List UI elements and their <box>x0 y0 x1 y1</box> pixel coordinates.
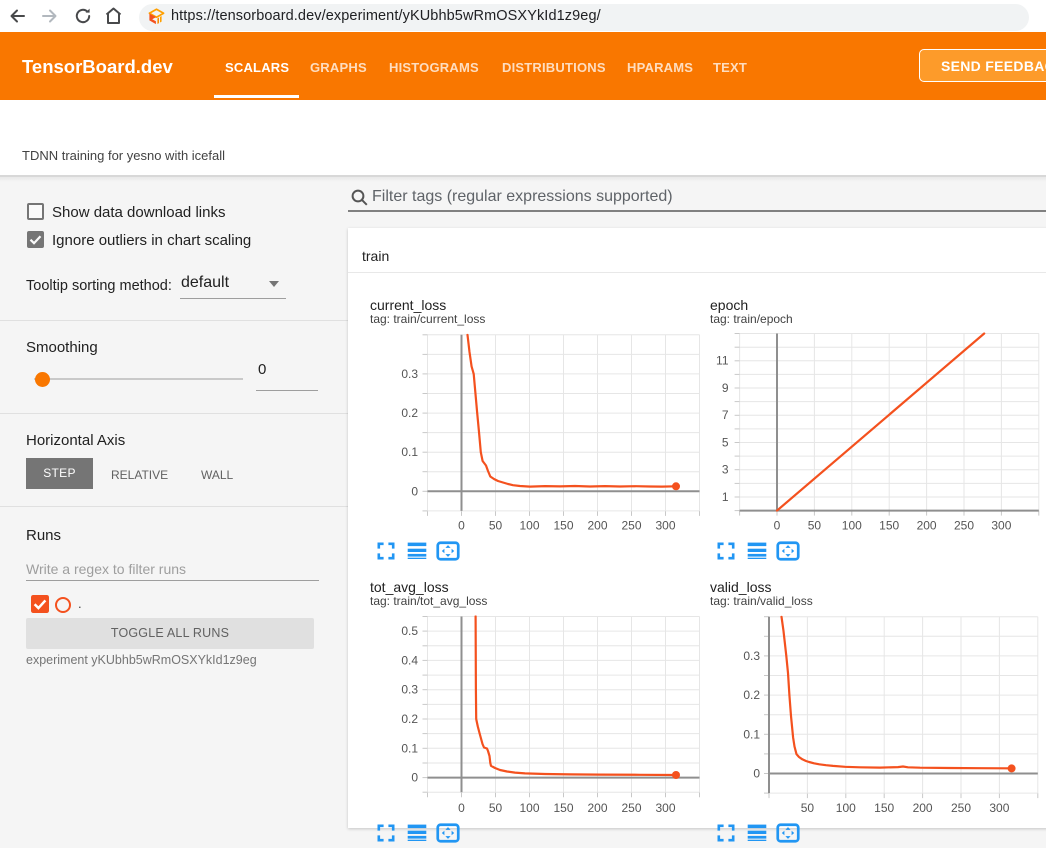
svg-text:0.3: 0.3 <box>401 683 418 697</box>
svg-text:0.1: 0.1 <box>401 445 418 459</box>
svg-text:100: 100 <box>519 519 539 533</box>
svg-text:200: 200 <box>917 519 937 533</box>
svg-text:0: 0 <box>411 771 418 785</box>
svg-text:150: 150 <box>874 801 894 815</box>
svg-text:0.5: 0.5 <box>401 624 418 638</box>
svg-text:0: 0 <box>458 519 465 533</box>
svg-text:150: 150 <box>879 519 899 533</box>
svg-text:250: 250 <box>951 801 971 815</box>
svg-text:0.1: 0.1 <box>743 727 760 741</box>
svg-text:0.2: 0.2 <box>401 712 418 726</box>
svg-text:50: 50 <box>808 519 822 533</box>
svg-text:9: 9 <box>722 381 729 395</box>
svg-text:100: 100 <box>842 519 862 533</box>
svg-text:3: 3 <box>722 463 729 477</box>
svg-text:0.4: 0.4 <box>401 653 418 667</box>
svg-text:250: 250 <box>621 801 641 815</box>
svg-text:0.3: 0.3 <box>743 649 760 663</box>
svg-text:0: 0 <box>774 519 781 533</box>
svg-text:150: 150 <box>553 801 573 815</box>
svg-text:150: 150 <box>553 519 573 533</box>
svg-text:1: 1 <box>722 490 729 504</box>
svg-text:200: 200 <box>587 519 607 533</box>
svg-text:100: 100 <box>836 801 856 815</box>
svg-text:300: 300 <box>991 519 1011 533</box>
svg-text:250: 250 <box>621 519 641 533</box>
svg-text:0.2: 0.2 <box>401 406 418 420</box>
svg-text:0: 0 <box>458 801 465 815</box>
svg-text:300: 300 <box>989 801 1009 815</box>
svg-text:50: 50 <box>489 519 503 533</box>
svg-text:200: 200 <box>913 801 933 815</box>
svg-text:5: 5 <box>722 436 729 450</box>
svg-text:50: 50 <box>801 801 815 815</box>
svg-text:100: 100 <box>519 801 539 815</box>
svg-text:200: 200 <box>587 801 607 815</box>
svg-text:11: 11 <box>716 354 729 368</box>
svg-text:0: 0 <box>753 767 760 781</box>
svg-text:250: 250 <box>954 519 974 533</box>
svg-text:50: 50 <box>489 801 503 815</box>
svg-text:7: 7 <box>722 408 729 422</box>
svg-text:0.3: 0.3 <box>401 367 418 381</box>
svg-text:0.2: 0.2 <box>743 688 760 702</box>
svg-text:300: 300 <box>655 801 675 815</box>
svg-text:0: 0 <box>411 484 418 498</box>
svg-text:0.1: 0.1 <box>401 741 418 755</box>
svg-text:300: 300 <box>655 519 675 533</box>
